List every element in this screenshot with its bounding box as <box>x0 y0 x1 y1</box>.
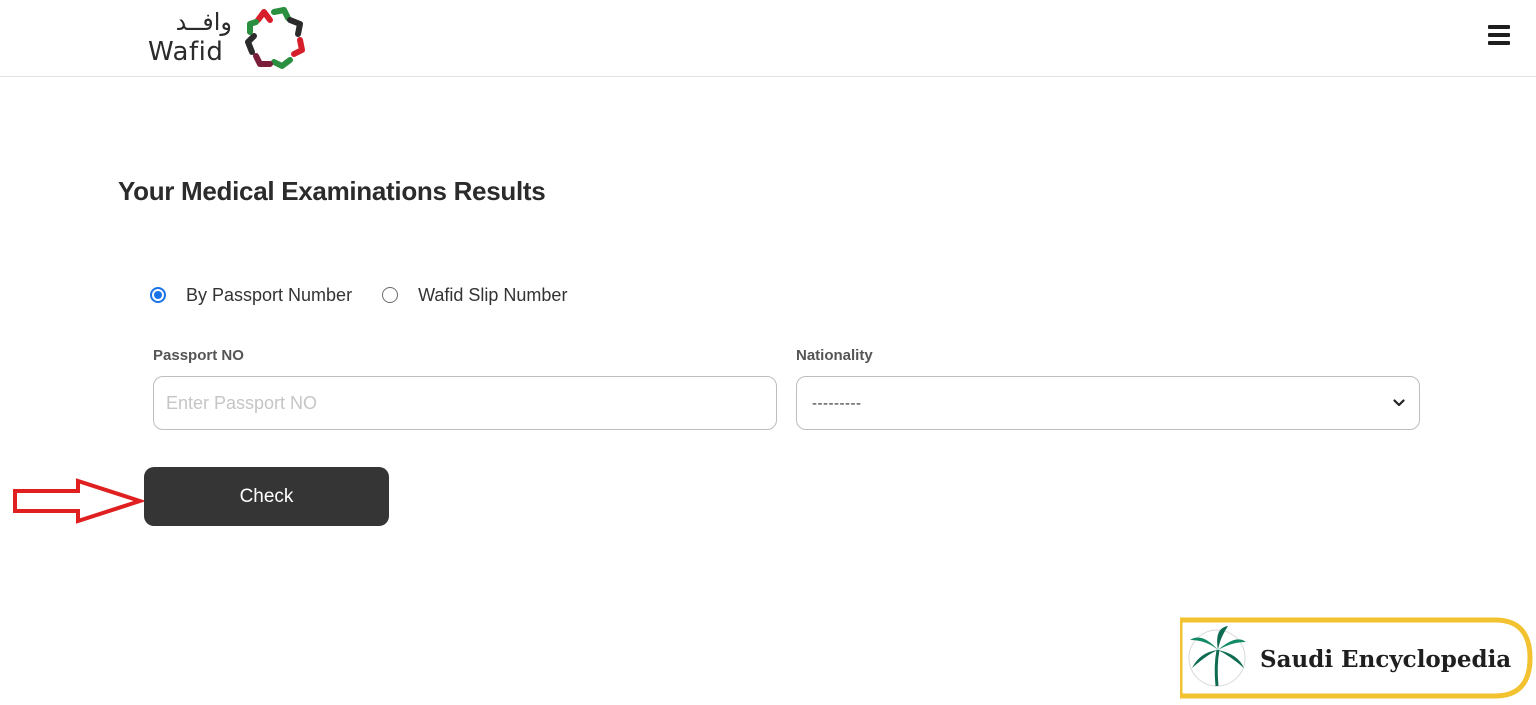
wafid-star-logo-icon <box>245 7 305 69</box>
logo-english-text: Wafid <box>148 37 224 67</box>
passport-number-input[interactable] <box>153 376 777 430</box>
right-arrow-icon <box>13 478 144 524</box>
radio-label-passport: By Passport Number <box>186 284 353 305</box>
check-button[interactable]: Check <box>144 467 389 526</box>
chevron-down-icon <box>1393 399 1405 407</box>
radio-checked-icon[interactable] <box>150 287 166 303</box>
page-title: Your Medical Examinations Results <box>118 176 546 206</box>
logo-arabic-text: وافــد <box>175 8 232 36</box>
nationality-selected-value: --------- <box>812 395 862 412</box>
search-type-radio-group: By Passport Number Wafid Slip Number <box>150 282 597 308</box>
wafid-logo[interactable]: وافــد Wafid <box>148 6 318 72</box>
nationality-select[interactable]: --------- <box>796 376 1420 430</box>
site-header: وافــد Wafid <box>0 0 1536 77</box>
nationality-field-label: Nationality <box>796 347 873 364</box>
saudi-encyclopedia-watermark: Saudi Encyclopedia <box>1180 617 1533 699</box>
passport-field-label: Passport NO <box>153 347 244 364</box>
radio-wafid-slip-number[interactable]: Wafid Slip Number <box>382 285 567 306</box>
radio-unchecked-icon[interactable] <box>382 287 399 303</box>
hamburger-menu-icon[interactable] <box>1488 25 1516 51</box>
watermark-text: Saudi Encyclopedia <box>1260 646 1511 673</box>
radio-by-passport-number[interactable]: By Passport Number <box>150 285 352 306</box>
radio-label-slip: Wafid Slip Number <box>418 284 568 305</box>
